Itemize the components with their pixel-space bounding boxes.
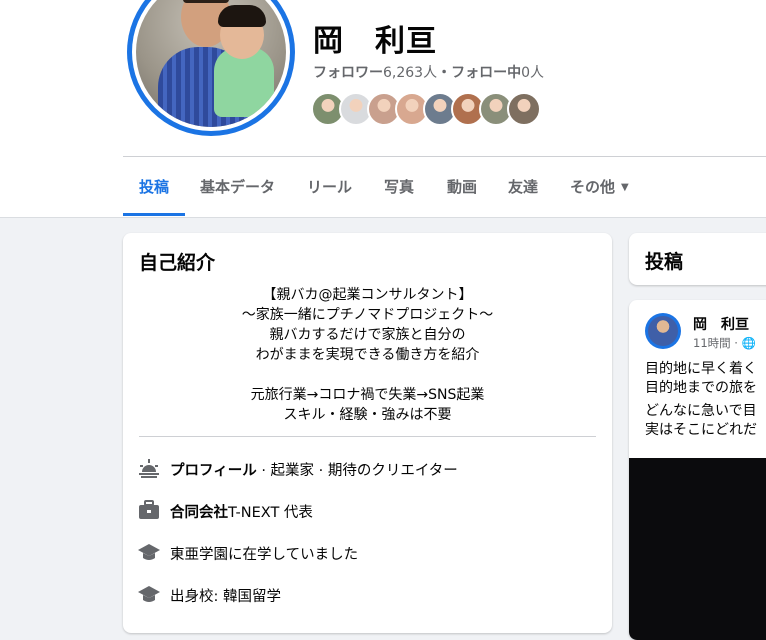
followers-count[interactable]: 6,263人: [383, 65, 437, 81]
bio-line: わがままを実現できる働き方を紹介: [255, 347, 480, 363]
post-line: どんなに急いで目: [645, 403, 757, 419]
post-image[interactable]: [629, 458, 766, 640]
profile-photo: [136, 0, 286, 127]
caret-down-icon: ▼: [621, 182, 629, 193]
tab-photos[interactable]: 写真: [384, 176, 414, 197]
post-line: 目的地に早く着く: [645, 361, 757, 377]
bio-line: ～家族一緒にプチノマドプロジェクト～: [241, 307, 494, 323]
tab-reels[interactable]: リール: [307, 176, 352, 197]
follow-stats: フォロワー6,263人・フォロー中0人: [313, 62, 544, 82]
post-line: 実はそこにどれだ: [645, 422, 757, 438]
profile-icon: [139, 459, 159, 478]
tab-about[interactable]: 基本データ: [200, 176, 275, 197]
posts-title: 投稿: [645, 251, 684, 273]
post-card: 岡 利亘 11時間 · 🌐 目的地に早く着く 目的地までの旅を どんなに急いで目…: [629, 300, 766, 640]
active-tab-indicator: [123, 213, 185, 216]
profile-name: 岡 利亘: [313, 24, 437, 59]
intro-divider: [139, 436, 596, 437]
briefcase-icon: [139, 500, 159, 519]
bio-line: 【親バカ@起業コンサルタント】: [262, 287, 473, 303]
post-body: 目的地に早く着く 目的地までの旅を どんなに急いで目 実はそこにどれだ: [645, 360, 757, 440]
profile-header: 岡 利亘 フォロワー6,263人・フォロー中0人 投稿 基本データ リール 写真…: [0, 0, 766, 218]
bio-line: 元旅行業→コロナ禍で失業→SNS起業: [250, 387, 485, 403]
intro-bio: 【親バカ@起業コンサルタント】 ～家族一緒にプチノマドプロジェクト～ 親バカする…: [123, 285, 612, 425]
friend-avatar[interactable]: [507, 92, 541, 126]
bio-line: 親バカするだけで家族と自分の: [269, 327, 466, 343]
globe-icon: 🌐: [741, 336, 756, 350]
profile-avatar[interactable]: [127, 0, 295, 136]
detail-text: 出身校: 韓国留学: [170, 589, 281, 605]
post-author-avatar[interactable]: [645, 313, 681, 349]
followers-label[interactable]: フォロワー: [313, 65, 383, 81]
following-label[interactable]: ・フォロー中: [437, 65, 521, 81]
post-line: 目的地までの旅を: [645, 380, 757, 396]
intro-title: 自己紹介: [139, 252, 216, 274]
post-timestamp[interactable]: 11時間 · 🌐: [693, 335, 756, 351]
tab-friends[interactable]: 友達: [508, 176, 538, 197]
detail-bold[interactable]: 合同会社: [170, 505, 228, 521]
tabs-divider: [123, 156, 766, 157]
post-author-name[interactable]: 岡 利亘: [693, 314, 749, 334]
detail-text: T-NEXT 代表: [228, 505, 313, 521]
post-time-text: 11時間 ·: [693, 336, 738, 350]
detail-bold: プロフィール: [170, 463, 257, 479]
detail-text: · 起業家 · 期待のクリエイター: [256, 463, 458, 479]
graduation-cap-icon: [138, 544, 160, 560]
graduation-cap-icon: [138, 586, 160, 602]
friend-avatars: [311, 92, 551, 126]
bio-line: スキル・経験・強みは不要: [283, 407, 452, 423]
tab-posts[interactable]: 投稿: [139, 176, 169, 197]
bio-line: [123, 365, 612, 385]
tab-more-label: その他: [570, 178, 616, 196]
tab-more[interactable]: その他 ▼: [570, 176, 629, 197]
posts-header-card: 投稿: [629, 233, 766, 285]
intro-card: 自己紹介 【親バカ@起業コンサルタント】 ～家族一緒にプチノマドプロジェクト～ …: [123, 233, 612, 633]
tab-videos[interactable]: 動画: [447, 176, 477, 197]
following-count[interactable]: 0人: [521, 65, 544, 81]
detail-text: 東亜学園に在学していました: [170, 547, 359, 563]
